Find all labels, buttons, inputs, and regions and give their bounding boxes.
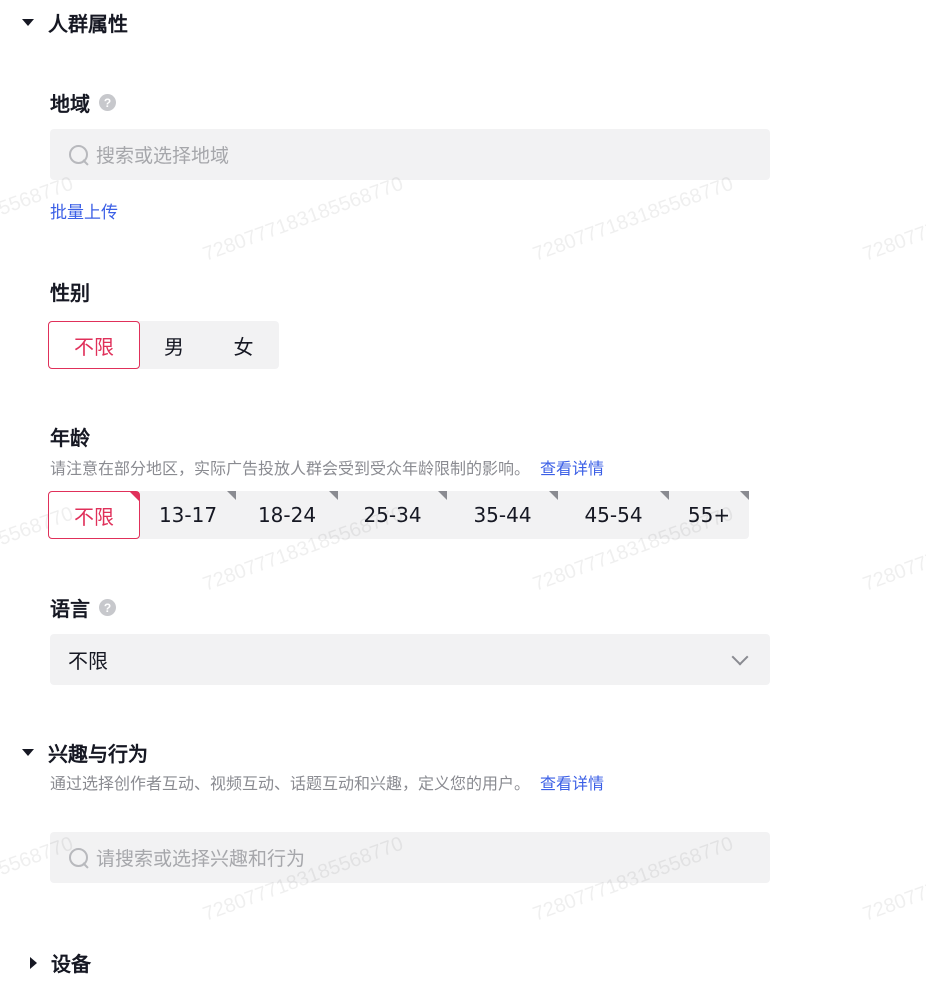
language-label: 语言 ? [50,593,116,622]
age-option-label: 55+ [687,503,731,527]
help-icon[interactable]: ? [99,599,116,616]
search-icon [68,144,90,166]
corner-mark [549,491,558,500]
age-option-label: 35-44 [473,503,532,527]
bulk-upload-link[interactable]: 批量上传 [50,198,118,223]
gender-label-text: 性别 [50,281,90,305]
corner-mark [329,491,338,500]
caret-down-icon [22,19,34,26]
age-option-35-44[interactable]: 35-44 [447,491,558,539]
watermark-text: 7280777183185568770 [200,172,407,266]
caret-right-icon [30,956,37,969]
age-option-label: 45-54 [584,503,643,527]
location-placeholder: 搜索或选择地域 [96,145,230,167]
help-icon[interactable]: ? [99,94,116,111]
corner-mark [227,491,236,500]
location-label-text: 地域 [50,92,90,116]
age-segmented-control: 不限 13-17 18-24 25-34 35-44 45-54 55+ [48,491,749,539]
chevron-down-icon [731,648,749,665]
corner-mark [438,491,447,500]
interests-hint-text: 通过选择创作者互动、视频互动、话题互动和兴趣，定义您的用户。 [50,774,531,793]
language-label-text: 语言 [50,597,90,621]
interests-search-input[interactable]: 请搜索或选择兴趣和行为 [50,832,770,883]
section-header-demographics[interactable]: 人群属性 [22,8,128,37]
age-option-18-24[interactable]: 18-24 [236,491,338,539]
section-title: 人群属性 [48,12,128,36]
gender-option-any[interactable]: 不限 [48,321,140,369]
age-option-any[interactable]: 不限 [48,491,140,539]
corner-mark [130,492,139,501]
section-header-interests[interactable]: 兴趣与行为 [22,738,148,767]
age-option-label: 18-24 [257,503,317,527]
language-select[interactable]: 不限 [50,634,770,685]
corner-mark [740,491,749,500]
language-select-value: 不限 [68,649,108,673]
watermark-text: 7280777183185568770 [530,172,737,266]
age-option-13-17[interactable]: 13-17 [140,491,236,539]
watermark-text: 7280777183185568770 [860,502,926,596]
age-hint: 请注意在部分地区，实际广告投放人群会受到受众年龄限制的影响。 查看详情 [50,455,604,479]
age-option-25-34[interactable]: 25-34 [338,491,447,539]
interests-details-link[interactable]: 查看详情 [540,774,604,793]
targeting-panel: 人群属性 地域 ? 搜索或选择地域 批量上传 性别 不限 男 女 年龄 请注意在… [0,0,926,998]
age-option-label: 13-17 [158,503,218,527]
gender-segmented-control: 不限 男 女 [48,321,279,369]
gender-label: 性别 [50,277,90,306]
section-title: 设备 [51,952,91,976]
caret-down-icon [22,749,34,756]
age-details-link[interactable]: 查看详情 [540,459,604,478]
gender-option-male[interactable]: 男 [140,321,208,369]
interests-hint: 通过选择创作者互动、视频互动、话题互动和兴趣，定义您的用户。 查看详情 [50,770,604,794]
age-option-label: 不限 [74,504,114,529]
gender-option-female[interactable]: 女 [208,321,279,369]
section-title: 兴趣与行为 [48,742,148,766]
location-search-input[interactable]: 搜索或选择地域 [50,129,770,180]
watermark-text: 7280777183185568770 [860,832,926,926]
watermark-text: 7280777183185568770 [860,172,926,266]
age-label: 年龄 [50,422,90,451]
search-icon [68,847,90,869]
age-label-text: 年龄 [50,426,90,450]
age-option-label: 25-34 [363,503,422,527]
section-header-devices[interactable]: 设备 [22,948,91,977]
interests-placeholder: 请搜索或选择兴趣和行为 [96,848,306,870]
location-label: 地域 ? [50,88,116,117]
age-option-55-plus[interactable]: 55+ [669,491,749,539]
corner-mark [660,491,669,500]
age-option-45-54[interactable]: 45-54 [558,491,669,539]
age-hint-text: 请注意在部分地区，实际广告投放人群会受到受众年龄限制的影响。 [50,459,531,478]
